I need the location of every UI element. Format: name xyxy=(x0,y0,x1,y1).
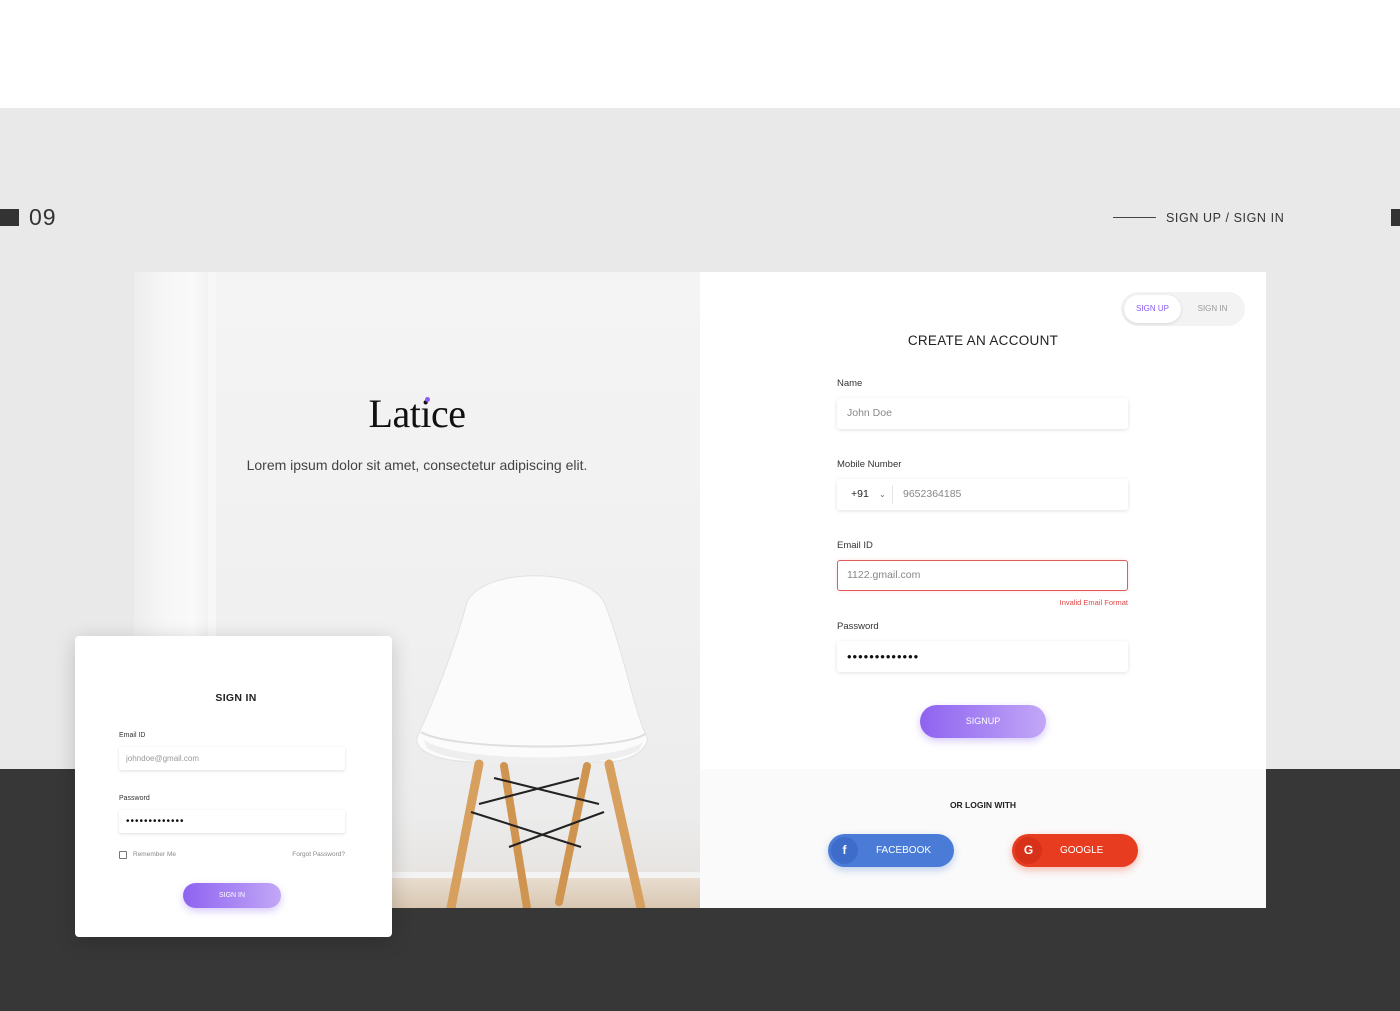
facebook-login-button[interactable]: f FACEBOOK xyxy=(828,834,954,867)
remember-me-label: Remember Me xyxy=(133,851,176,858)
section-number: 09 xyxy=(29,204,57,230)
email-label: Email ID xyxy=(837,540,873,551)
section-title-rule xyxy=(1113,217,1156,218)
hero-tagline: Lorem ipsum dolor sit amet, consectetur … xyxy=(246,457,588,473)
country-code-select[interactable]: +91 xyxy=(851,479,869,510)
email-field[interactable]: 1122.gmail.com xyxy=(837,560,1128,591)
signin-card: SIGN IN Email ID johndoe@gmail.com Passw… xyxy=(75,636,392,937)
signin-button[interactable]: SIGN IN xyxy=(183,883,281,908)
section-marker-right xyxy=(1391,209,1400,226)
name-field[interactable]: John Doe xyxy=(837,398,1128,429)
signup-button[interactable]: SIGNUP xyxy=(920,705,1046,738)
chair-illustration xyxy=(416,575,648,908)
brand-logo: Latice xyxy=(368,391,466,436)
email-error-message: Invalid Email Format xyxy=(1059,598,1128,607)
social-login-section: OR LOGIN WITH f FACEBOOK G GOOGLE xyxy=(700,769,1266,908)
top-band xyxy=(0,0,1400,108)
name-label: Name xyxy=(837,378,863,389)
google-icon: G xyxy=(1015,837,1042,864)
section-marker-left xyxy=(0,209,19,226)
mobile-label: Mobile Number xyxy=(837,459,902,470)
facebook-icon: f xyxy=(831,837,858,864)
google-label: GOOGLE xyxy=(1060,845,1104,856)
mobile-input[interactable]: 9652364185 xyxy=(903,479,961,510)
country-code-divider xyxy=(892,485,893,504)
google-login-button[interactable]: G GOOGLE xyxy=(1012,834,1138,867)
toggle-signup[interactable]: SIGN UP xyxy=(1124,295,1181,323)
signup-title: CREATE AN ACCOUNT xyxy=(907,333,1059,348)
signup-card: SIGN UP SIGN IN CREATE AN ACCOUNT Name J… xyxy=(700,272,1266,769)
toggle-signin[interactable]: SIGN IN xyxy=(1183,295,1242,323)
signin-password-field[interactable]: ••••••••••••• xyxy=(119,810,345,833)
remember-me-checkbox[interactable] xyxy=(119,851,127,859)
signin-password-label: Password xyxy=(119,795,150,802)
password-label: Password xyxy=(837,621,879,632)
password-field[interactable]: ••••••••••••• xyxy=(837,641,1128,672)
chevron-down-icon: ⌄ xyxy=(879,490,886,499)
logo-accent-dot xyxy=(425,397,430,402)
signin-title: SIGN IN xyxy=(215,692,257,704)
section-title: SIGN UP / SIGN IN xyxy=(1166,211,1285,225)
signin-email-label: Email ID xyxy=(119,732,146,739)
auth-toggle: SIGN UP SIGN IN xyxy=(1121,292,1245,326)
signin-email-field[interactable]: johndoe@gmail.com xyxy=(119,747,345,770)
or-login-label: OR LOGIN WITH xyxy=(949,800,1017,810)
facebook-label: FACEBOOK xyxy=(876,845,932,856)
mobile-field: +91 ⌄ 9652364185 xyxy=(837,479,1128,510)
forgot-password-link[interactable]: Forgot Password? xyxy=(255,851,345,858)
